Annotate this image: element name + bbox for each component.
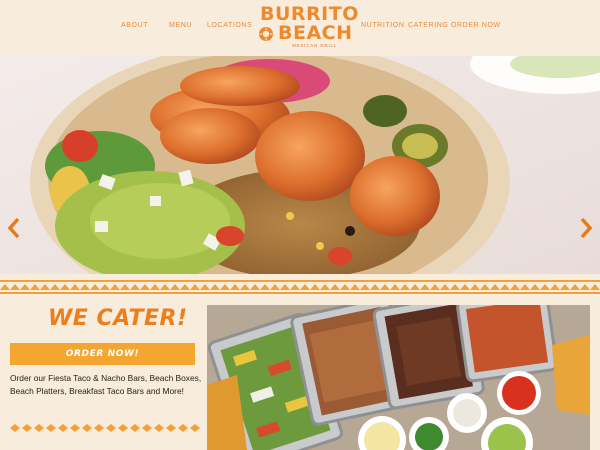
catering-food-photo	[207, 305, 590, 450]
zigzag-segment	[50, 284, 60, 290]
zigzag-segment	[30, 284, 40, 290]
zigzag-segment	[90, 284, 100, 290]
zigzag-segment	[100, 284, 110, 290]
zigzag-segment	[470, 284, 480, 290]
logo-wordmark-line2: BEACH	[278, 22, 353, 44]
hero-food-photo	[0, 56, 600, 274]
zigzag-segment	[310, 284, 320, 290]
diamond-segment	[10, 424, 20, 432]
diamond-segment	[106, 424, 116, 432]
decorative-divider: // placeholder removed by builder	[0, 280, 600, 294]
zigzag-segment	[330, 284, 340, 290]
diamond-segment	[130, 424, 140, 432]
zigzag-segment	[60, 284, 70, 290]
brand-logo[interactable]: BURRITO BEACH MEXICAN GRILL	[256, 3, 358, 51]
diamond-segment	[58, 424, 68, 432]
zigzag-segment	[160, 284, 170, 290]
chevron-right-icon[interactable]	[578, 216, 594, 240]
zigzag-segment	[390, 284, 400, 290]
zigzag-segment	[20, 284, 30, 290]
diamond-segment	[22, 424, 32, 432]
zigzag-segment	[150, 284, 160, 290]
zigzag-segment	[140, 284, 150, 290]
diamond-segment	[166, 424, 176, 432]
logo-tagline: MEXICAN GRILL	[292, 43, 338, 48]
zigzag-segment	[190, 284, 200, 290]
zigzag-segment	[530, 284, 540, 290]
zigzag-segment	[590, 284, 600, 290]
zigzag-segment	[320, 284, 330, 290]
zigzag-segment	[120, 284, 130, 290]
nav-about[interactable]: ABOUT	[121, 22, 148, 29]
diamond-segment	[178, 424, 188, 432]
zigzag-segment	[360, 284, 370, 290]
zigzag-segment	[170, 284, 180, 290]
zigzag-segment	[250, 284, 260, 290]
site-header: ABOUT MENU LOCATIONS BURRITO BEACH MEXIC…	[0, 0, 600, 56]
diamond-segment	[82, 424, 92, 432]
diamond-segment	[118, 424, 128, 432]
zigzag-segment	[400, 284, 410, 290]
nav-locations[interactable]: LOCATIONS	[207, 22, 252, 29]
nav-nutrition[interactable]: NUTRITION	[361, 22, 405, 29]
catering-description: Order our Fiesta Taco & Nacho Bars, Beac…	[10, 373, 202, 396]
zigzag-segment	[580, 284, 590, 290]
zigzag-segment	[80, 284, 90, 290]
zigzag-segment	[500, 284, 510, 290]
zigzag-segment	[440, 284, 450, 290]
zigzag-segment	[370, 284, 380, 290]
diamond-segment	[94, 424, 104, 432]
diamond-segment	[142, 424, 152, 432]
nav-catering[interactable]: CATERING	[408, 22, 448, 29]
nav-menu[interactable]: MENU	[169, 22, 192, 29]
catering-order-button[interactable]: ORDER NOW!	[10, 343, 195, 365]
zigzag-segment	[300, 284, 310, 290]
zigzag-segment	[110, 284, 120, 290]
zigzag-segment	[180, 284, 190, 290]
decorative-border	[10, 424, 200, 432]
sun-icon	[259, 27, 273, 41]
zigzag-segment	[570, 284, 580, 290]
zigzag-segment	[0, 284, 10, 290]
diamond-segment	[34, 424, 44, 432]
zigzag-segment	[450, 284, 460, 290]
zigzag-segment	[130, 284, 140, 290]
zigzag-segment	[480, 284, 490, 290]
zigzag-segment	[520, 284, 530, 290]
hero-carousel	[0, 56, 600, 274]
zigzag-segment	[230, 284, 240, 290]
zigzag-segment	[490, 284, 500, 290]
catering-heading: WE CATER!	[48, 306, 188, 331]
zigzag-segment	[280, 284, 290, 290]
zigzag-segment	[380, 284, 390, 290]
diamond-segment	[46, 424, 56, 432]
zigzag-segment	[70, 284, 80, 290]
zigzag-segment	[560, 284, 570, 290]
zigzag-segment	[550, 284, 560, 290]
zigzag-segment	[10, 284, 20, 290]
chevron-left-icon[interactable]	[6, 216, 22, 240]
zigzag-segment	[420, 284, 430, 290]
zigzag-segment	[40, 284, 50, 290]
zigzag-segment	[350, 284, 360, 290]
zigzag-segment	[430, 284, 440, 290]
zigzag-segment	[540, 284, 550, 290]
diamond-segment	[154, 424, 164, 432]
nav-order-now[interactable]: ORDER NOW	[451, 22, 501, 29]
zigzag-segment	[270, 284, 280, 290]
zigzag-segment	[240, 284, 250, 290]
diamond-segment	[190, 424, 200, 432]
zigzag-segment	[510, 284, 520, 290]
zigzag-segment	[340, 284, 350, 290]
zigzag-segment	[460, 284, 470, 290]
zigzag-segment	[290, 284, 300, 290]
diamond-segment	[70, 424, 80, 432]
zigzag-segment	[210, 284, 220, 290]
zigzag-segment	[260, 284, 270, 290]
zigzag-segment	[200, 284, 210, 290]
zigzag-segment	[410, 284, 420, 290]
zigzag-segment	[220, 284, 230, 290]
